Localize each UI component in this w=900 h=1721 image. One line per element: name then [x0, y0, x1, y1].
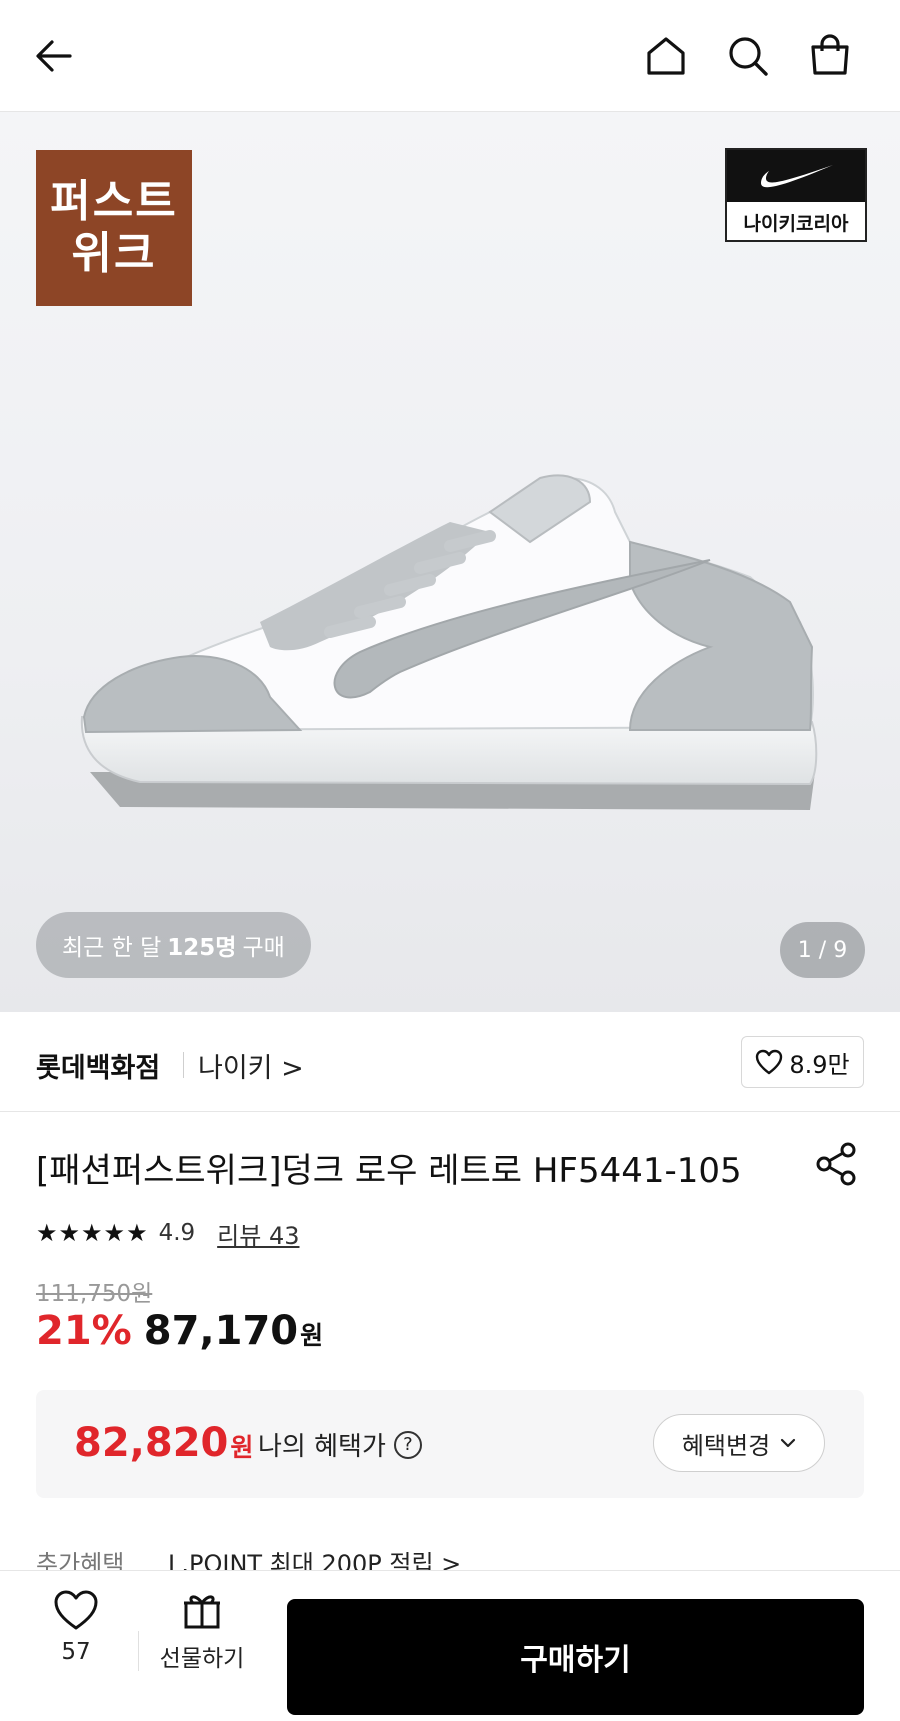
change-benefit-button[interactable]: 혜택변경 — [653, 1414, 825, 1472]
heart-icon — [756, 1049, 783, 1075]
like-button[interactable]: 57 — [36, 1589, 116, 1699]
bottom-divider — [138, 1631, 139, 1671]
help-icon[interactable]: ? — [393, 1430, 422, 1459]
store-name[interactable]: 롯데백화점 — [36, 1046, 160, 1085]
gift-button[interactable]: 선물하기 — [150, 1589, 254, 1699]
top-app-bar — [0, 0, 900, 112]
search-button[interactable] — [718, 26, 778, 86]
like-count: 57 — [61, 1639, 91, 1665]
gift-icon — [184, 1595, 220, 1629]
recent-count: 125명 — [167, 935, 237, 961]
original-price: 111,750원 — [36, 1281, 153, 1307]
chevron-down-icon — [781, 1438, 796, 1448]
home-icon — [647, 37, 685, 75]
home-button[interactable] — [636, 26, 696, 86]
nike-korea-badge: 나이키코리아 — [725, 148, 867, 242]
rating-row: ★★★★★ 4.9 리뷰 43 — [36, 1216, 299, 1250]
store-row: 롯데백화점 나이키 > 8.9만 — [0, 1012, 900, 1112]
brand-link[interactable]: 나이키 > — [198, 1046, 304, 1085]
bottom-action-bar: 57 선물하기 구매하기 — [0, 1570, 900, 1721]
my-benefit-box: 82,820 원 나의 혜택가 ? 혜택변경 — [36, 1390, 864, 1498]
share-icon — [816, 1142, 856, 1186]
recent-suffix: 구매 — [242, 935, 285, 961]
benefit-price-currency: 원 — [230, 1433, 254, 1462]
wishlist-count: 8.9만 — [789, 1050, 850, 1079]
benefit-price-value: 82,820 — [74, 1420, 229, 1466]
wishlist-count-button[interactable]: 8.9만 — [741, 1036, 864, 1088]
sale-price-currency: 원 — [300, 1321, 324, 1350]
buy-button[interactable]: 구매하기 — [287, 1599, 864, 1715]
product-title: [패션퍼스트위크]덩크 로우 레트로 HF5441-105 — [36, 1151, 742, 1191]
rating-score: 4.9 — [158, 1220, 196, 1246]
discount-rate: 21% — [36, 1308, 132, 1354]
review-link[interactable]: 리뷰 43 — [217, 1216, 299, 1251]
benefit-label-text: 나의 혜택가 — [258, 1432, 386, 1462]
heart-icon — [54, 1590, 98, 1630]
search-icon — [729, 37, 768, 76]
arrow-left-icon — [36, 40, 72, 72]
product-shoe-image — [80, 474, 818, 810]
image-counter: 1 / 9 — [780, 922, 865, 978]
sale-price: 87,170 — [143, 1308, 299, 1354]
brand-badge-label: 나이키코리아 — [743, 212, 849, 235]
recent-purchase-pill: 최근 한 달 125명 구매 — [36, 912, 311, 978]
shopping-bag-icon — [811, 34, 849, 75]
sale-price-row: 21% 87,170 원 — [36, 1308, 323, 1354]
change-benefit-label: 혜택변경 — [681, 1431, 771, 1460]
fashion-first-week-badge: 퍼스트 위크 — [36, 150, 192, 306]
gift-label: 선물하기 — [159, 1646, 245, 1672]
product-image-carousel[interactable]: 퍼스트 위크 나이키코리아 최근 한 달 125명 구매 1 / 9 — [0, 112, 900, 1012]
rating-stars: ★★★★★ — [36, 1219, 149, 1247]
benefit-price: 82,820 원 — [74, 1420, 253, 1466]
share-button[interactable] — [812, 1140, 860, 1188]
store-divider — [183, 1052, 184, 1078]
nike-swoosh-icon — [761, 165, 833, 188]
benefit-label: 나의 혜택가 ? — [258, 1426, 422, 1463]
recent-prefix: 최근 한 달 — [62, 935, 162, 961]
back-button[interactable] — [24, 26, 84, 86]
cart-button[interactable] — [800, 26, 860, 86]
